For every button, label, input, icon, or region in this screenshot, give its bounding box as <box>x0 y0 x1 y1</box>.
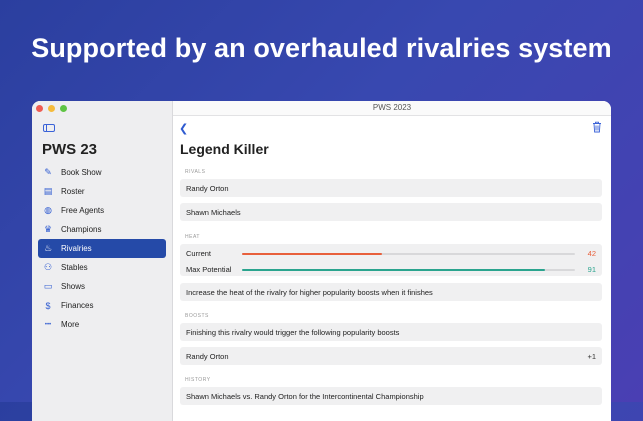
sidebar-item-stables[interactable]: ⚇ Stables <box>38 258 166 277</box>
crown-icon: ♛ <box>43 224 53 234</box>
globe-icon: ◍ <box>44 205 52 215</box>
window-controls <box>36 105 67 112</box>
heat-section-label: HEAT <box>185 234 200 240</box>
minimize-button[interactable] <box>48 105 55 112</box>
heat-max-label: Max Potential <box>186 265 232 274</box>
heat-current-value: 42 <box>587 249 596 258</box>
close-button[interactable] <box>36 105 43 112</box>
sidebar-item-label: Free Agents <box>61 206 105 215</box>
history-section-label: HISTORY <box>185 377 211 383</box>
dollar-icon: $ <box>45 300 51 311</box>
rival-name: Shawn Michaels <box>186 207 241 217</box>
boosts-note-row: Finishing this rivalry would trigger the… <box>180 323 602 341</box>
app-title: PWS 23 <box>42 141 98 158</box>
rival-name: Randy Orton <box>186 183 229 193</box>
page-title: Legend Killer <box>180 141 269 157</box>
sidebar-toggle-icon[interactable] <box>43 124 55 132</box>
back-chevron-icon[interactable]: ❮ <box>179 122 188 135</box>
sidebar-item-label: Finances <box>61 301 94 310</box>
zoom-button[interactable] <box>60 105 67 112</box>
sidebar-item-label: Book Show <box>61 168 102 177</box>
sidebar-item-label: More <box>61 320 80 329</box>
sidebar-item-rivalries[interactable]: ♨ Rivalries <box>38 239 166 258</box>
boost-value: +1 <box>587 351 596 361</box>
display-icon: ▭ <box>43 281 53 291</box>
sidebar-item-label: Shows <box>61 282 86 291</box>
ellipsis-icon: ••• <box>44 321 52 328</box>
sidebar-item-shows[interactable]: ▭ Shows <box>38 277 166 296</box>
trash-icon[interactable] <box>592 121 602 133</box>
sidebar-item-roster[interactable]: ▤ Roster <box>38 182 166 201</box>
sidebar-item-free-agents[interactable]: ◍ Free Agents <box>38 201 166 220</box>
heat-note: Increase the heat of the rivalry for hig… <box>186 287 433 297</box>
id-card-icon: ▤ <box>43 186 53 196</box>
sidebar-item-label: Stables <box>61 263 88 272</box>
edit-icon: ✎ <box>44 167 52 177</box>
history-entry: Shawn Michaels vs. Randy Orton for the I… <box>186 391 424 401</box>
sidebar-item-champions[interactable]: ♛ Champions <box>38 220 166 239</box>
sidebar-item-label: Champions <box>61 225 102 234</box>
boost-name: Randy Orton <box>186 351 229 361</box>
people-icon: ⚇ <box>43 262 53 272</box>
sidebar: PWS 23 ✎ Book Show ▤ Roster ◍ Free Agents ♛ Cha… <box>32 101 173 421</box>
heat-max-bar <box>242 269 575 271</box>
rivals-section-label: RIVALS <box>185 169 206 175</box>
headline: Supported by an overhauled rivalries sys… <box>31 33 612 63</box>
sidebar-item-book-show[interactable]: ✎ Book Show <box>38 163 166 182</box>
boost-row[interactable]: Randy Orton +1 <box>180 347 602 365</box>
heat-max-value: 91 <box>587 265 596 274</box>
heat-panel: Current 42 Max Potential 91 <box>180 244 602 276</box>
flame-icon: ♨ <box>43 243 53 253</box>
heat-current-label: Current <box>186 249 212 258</box>
history-row[interactable]: Shawn Michaels vs. Randy Orton for the I… <box>180 387 602 405</box>
main-pane: PWS 2023 ❮ Legend Killer RIVALS Randy Or… <box>173 101 611 421</box>
boosts-section-label: BOOSTS <box>185 313 209 319</box>
boosts-note: Finishing this rivalry would trigger the… <box>186 327 400 337</box>
sidebar-item-label: Roster <box>61 187 85 196</box>
rival-row[interactable]: Randy Orton <box>180 179 602 197</box>
sidebar-nav: ✎ Book Show ▤ Roster ◍ Free Agents ♛ Champions ♨… <box>38 163 166 334</box>
heat-current-bar <box>242 253 575 255</box>
window-title: PWS 2023 <box>173 101 611 116</box>
heat-max-fill <box>242 269 546 271</box>
sidebar-item-more[interactable]: ••• More <box>38 315 166 334</box>
sidebar-item-label: Rivalries <box>61 244 92 253</box>
heat-note-row: Increase the heat of the rivalry for hig… <box>180 283 602 301</box>
heat-current-fill <box>242 253 382 255</box>
app-window: PWS 23 ✎ Book Show ▤ Roster ◍ Free Agents ♛ Cha… <box>32 101 611 421</box>
rival-row[interactable]: Shawn Michaels <box>180 203 602 221</box>
sidebar-item-finances[interactable]: $ Finances <box>38 296 166 315</box>
